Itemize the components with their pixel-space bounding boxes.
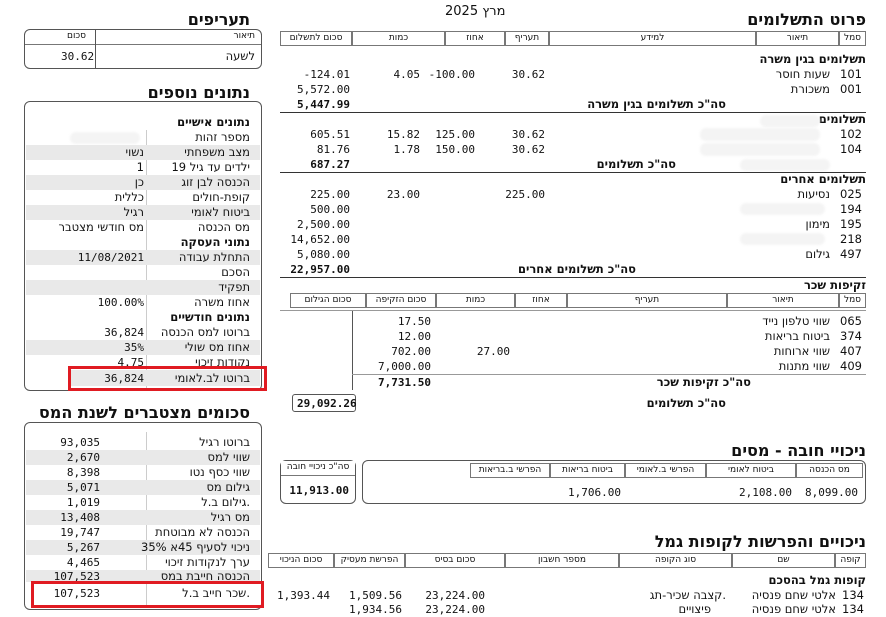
- col-amount: סכום לתשלום: [280, 31, 352, 46]
- health-insurance-value: 1,706.00: [568, 486, 621, 499]
- col-pct: אחוז: [445, 31, 505, 46]
- mandatory-total-box: סה"כ ניכויי חובה 11,913.00: [280, 460, 356, 504]
- national-insurance-value: 2,108.00: [739, 486, 792, 499]
- rates-value: 30.62: [61, 50, 95, 63]
- col-qty: כמות: [352, 31, 445, 46]
- redaction: [700, 143, 820, 156]
- redaction: [760, 115, 820, 127]
- employment-title: נתוני העסקה: [180, 235, 250, 249]
- redaction: [740, 203, 825, 215]
- rates-col-desc: תיאור: [233, 31, 255, 41]
- rates-box: סכום תיאור לשעה 30.62: [24, 29, 262, 69]
- annual-title: סכומים מצטברים לשנת המס: [38, 403, 250, 422]
- divider: [280, 172, 866, 173]
- col-info: למידע: [549, 31, 756, 46]
- redaction: [70, 132, 140, 144]
- highlight-gross-ni: [68, 366, 267, 391]
- col-code: סמל: [839, 31, 866, 46]
- redaction: [740, 233, 825, 245]
- redaction: [740, 159, 830, 171]
- highlight-ni-taxable-salary: [31, 581, 264, 608]
- benefits-title: זקיפות שכר: [804, 278, 866, 292]
- divider: [280, 112, 866, 113]
- divider: [280, 277, 866, 278]
- payments-title: פרוט התשלומים: [747, 10, 866, 29]
- section-title-other: תשלומים אחרים: [780, 172, 866, 186]
- section-title-overtime: תשלומים: [818, 112, 866, 126]
- grand-total-label: סה"כ תשלומים: [646, 396, 726, 410]
- redaction: [700, 128, 820, 141]
- grand-total-box: 29,092.26: [292, 394, 357, 412]
- mandatory-title: ניכויי חובה - מסים: [731, 441, 866, 460]
- pension-title: ניכויים והפרשות לקופות גמל: [654, 532, 866, 551]
- rates-col-amount: סכום: [67, 31, 87, 41]
- rates-label: לשעה: [225, 49, 255, 63]
- rates-title: תעריפים: [187, 10, 250, 29]
- column-divider: [352, 310, 353, 390]
- section-title-position: תשלומים בגין משרה: [759, 52, 866, 66]
- personal-title: נתונים אישיים: [177, 115, 250, 129]
- income-tax-value: 8,099.00: [805, 486, 858, 499]
- pension-group-title: קופות גמל בהסכם: [768, 573, 866, 587]
- month-year: מרץ 2025: [445, 4, 506, 19]
- col-desc: תיאור: [756, 31, 839, 46]
- monthly-title: נתונים חודשיים: [170, 310, 250, 324]
- divider: [280, 310, 866, 311]
- col-rate: תעריף: [505, 31, 549, 46]
- extra-title: נתונים נוספים: [147, 83, 250, 102]
